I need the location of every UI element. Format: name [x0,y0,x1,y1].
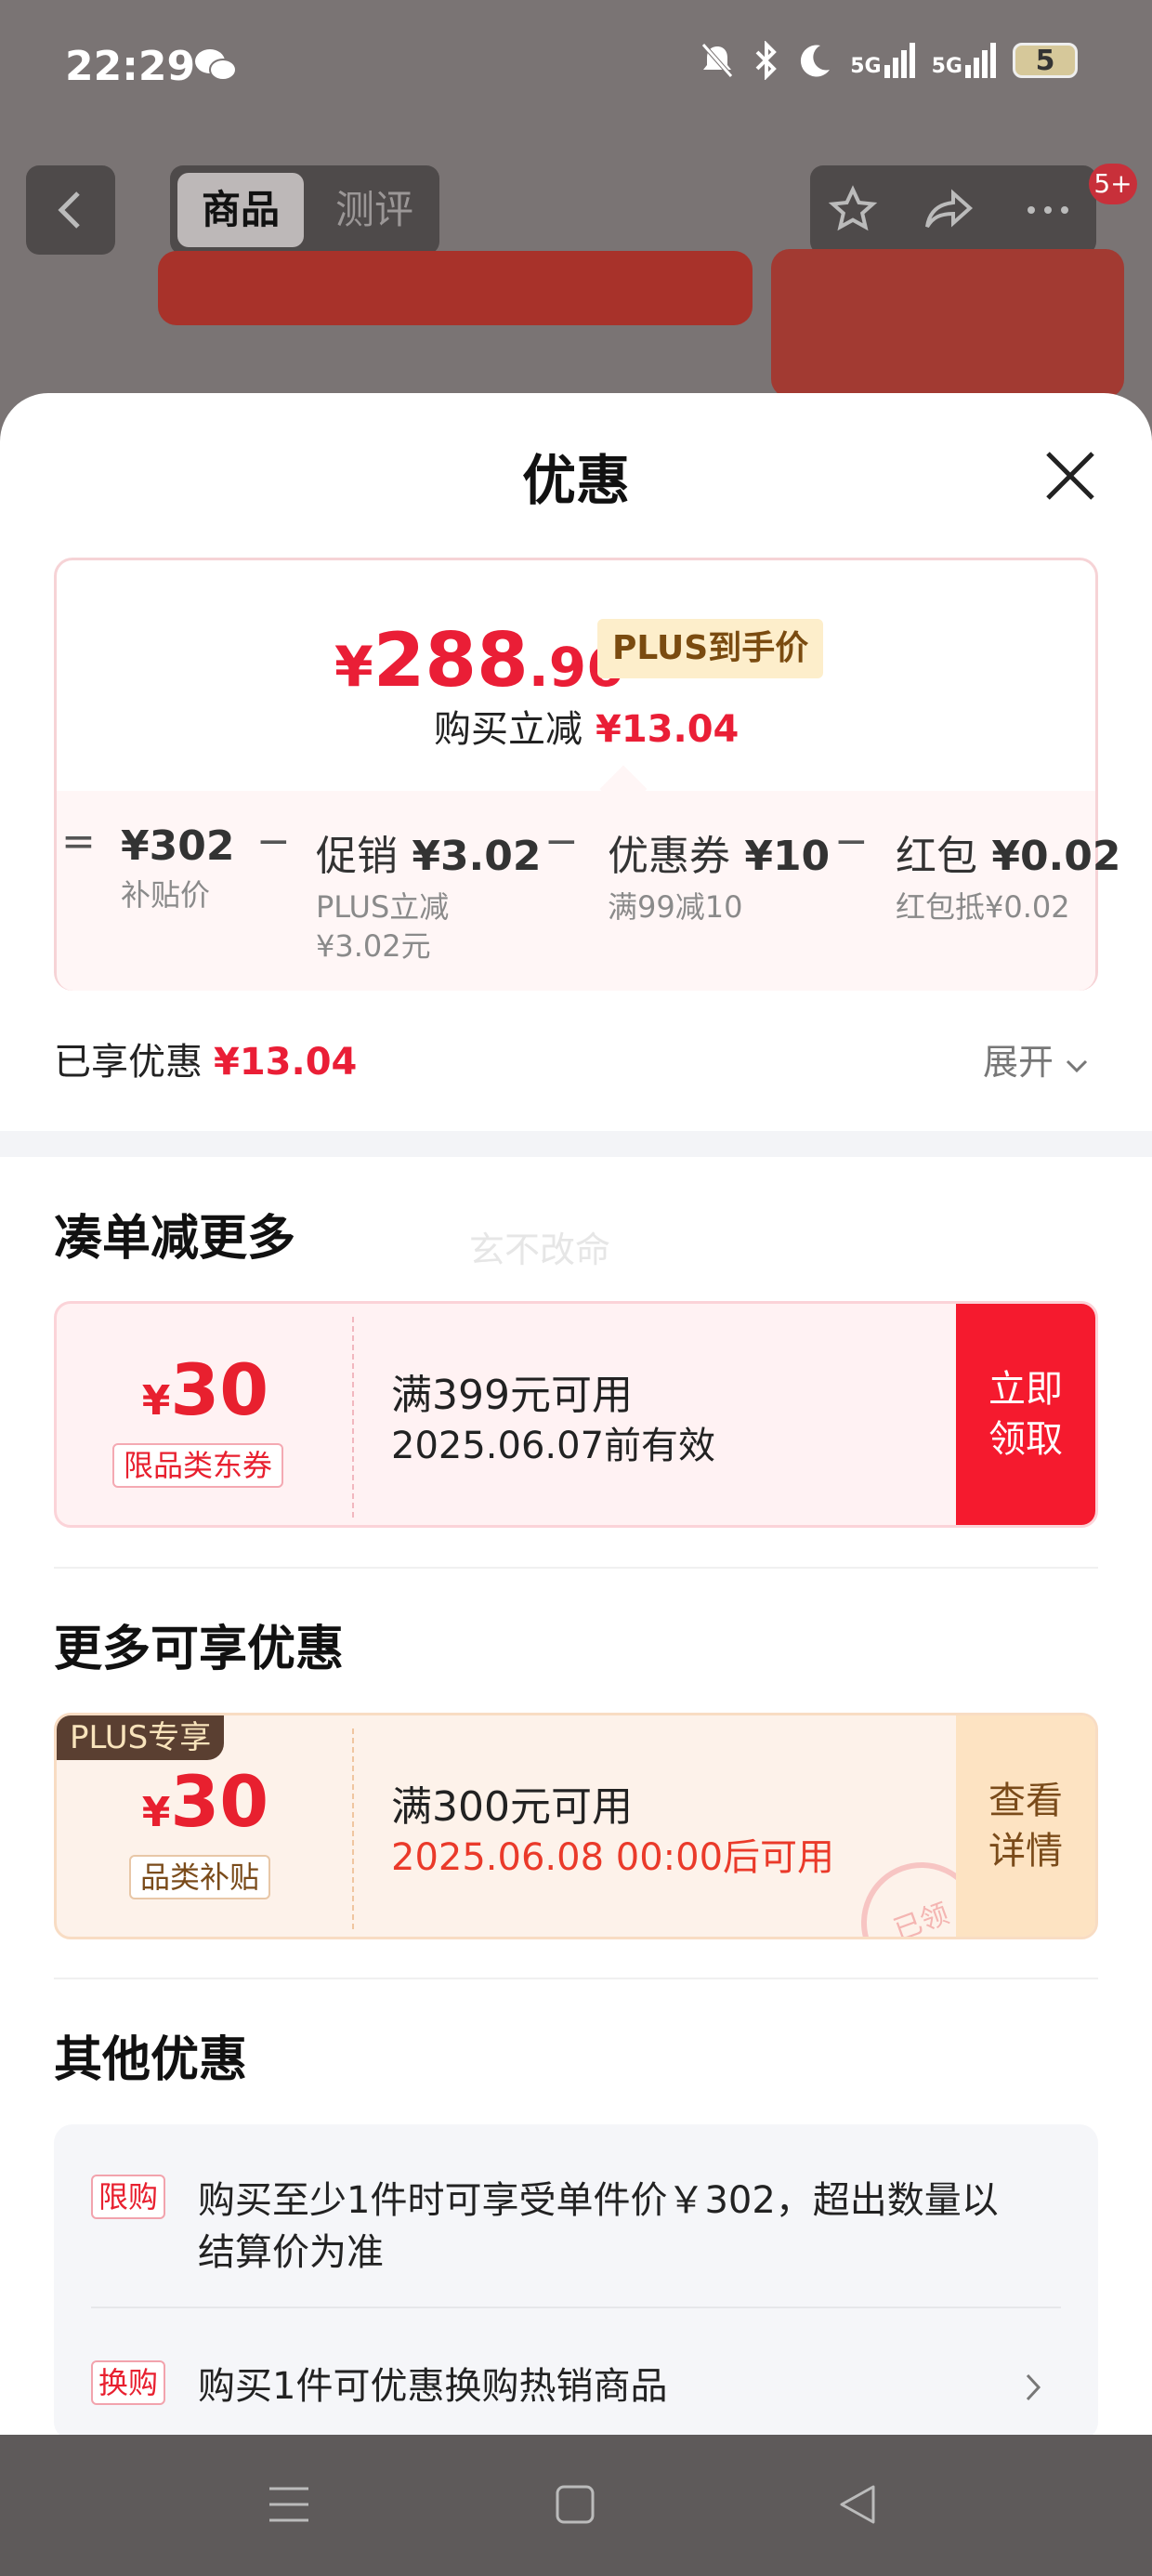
bluetooth-icon [755,41,778,80]
purchase-limit-tag: 限购 [91,2175,166,2219]
product-image-thumb [771,249,1124,398]
section-title-more: 更多可享优惠 [54,1622,345,1677]
coupon-card: ¥30 限品类东券 满399元可用 2025.06.07前有效 立即领取 [54,1301,1098,1528]
cart-badge: 5+ [1089,164,1137,204]
breakdown-red-packet: 红包 ¥0.02 红包抵¥0.02 [896,833,1121,925]
sheet-title: 优惠 [521,449,630,512]
signal-2-icon: 5G [932,43,996,78]
plus-coupon-card: PLUS专享 ¥30 品类补贴 满300元可用 2025.06.08 00:00… [54,1713,1098,1939]
list-item: 限购 购买至少1件时可享受单件价￥302，超出数量以结算价为准 [91,2175,1057,2286]
other-offers-list: 限购 购买至少1件时可享受单件价￥302，超出数量以结算价为准 换购 购买1件可… [54,2124,1098,2440]
chevron-left-icon [58,191,80,229]
plus-exclusive-ribbon: PLUS专享 [57,1715,225,1760]
top-actions [810,165,1096,255]
back-nav-icon[interactable] [836,2481,879,2528]
coupon-amount: ¥30 [141,1760,269,1843]
minus-sign: − [834,818,869,865]
section-title-combine: 凑单减更多 [54,1211,296,1267]
system-nav-bar [0,2435,1152,2576]
back-button[interactable] [26,165,115,255]
chevron-right-icon [1026,2373,1041,2401]
chevron-down-icon [1067,1059,1088,1073]
coupon-divider [352,1317,354,1518]
coupon-condition: 满399元可用 [391,1372,633,1419]
breakdown-promotion: 促销 ¥3.02 PLUS立减 ¥3.02元 [316,833,542,964]
minus-sign: − [544,818,579,865]
section-title-other: 其他优惠 [54,2032,248,2088]
close-icon[interactable] [1041,446,1100,506]
coupon-type-tag: 限品类东券 [112,1443,284,1488]
wechat-icon [195,49,237,81]
breakdown-subsidy-price: ¥302 补贴价 [121,822,235,913]
moon-icon [801,45,831,77]
claim-coupon-button[interactable]: 立即领取 [956,1304,1095,1525]
battery-icon: 5 [1013,43,1078,78]
plus-price-tag: PLUS到手价 [597,619,824,678]
breakdown-coupon: 优惠券 ¥10 满99减10 [608,833,831,925]
list-item-exchange[interactable]: 换购 购买1件可优惠换购热销商品 [91,2360,1061,2416]
signal-1-icon: 5G [850,43,915,78]
coupon-condition: 满300元可用 [391,1783,633,1831]
expand-button[interactable]: 展开 [983,1033,1089,1084]
view-details-button[interactable]: 查看详情 [956,1715,1095,1937]
status-right: 5G 5G 5 [698,41,1078,80]
status-time: 22:29 [65,43,196,90]
minus-sign: − [256,818,291,865]
purchase-discount: 购买立减 ¥13.04 [434,708,740,751]
coupon-validity: 2025.06.07前有效 [391,1425,716,1467]
menu-icon[interactable] [266,2483,312,2526]
tab-product[interactable]: 商品 [177,173,304,247]
watermark: 玄不改命 [469,1229,611,1270]
coupon-amount: ¥30 [141,1348,269,1431]
coupon-type-tag: 品类补贴 [129,1855,271,1899]
home-icon[interactable] [554,2483,596,2526]
coupon-validity: 2025.06.08 00:00后可用 [391,1836,835,1879]
coupon-divider [352,1728,354,1929]
divider [91,2307,1061,2308]
divider [54,1567,1098,1569]
enjoyed-discount: 已享优惠 ¥13.04 [54,1041,358,1084]
purchase-limit-text: 购买至少1件时可享受单件价￥302，超出数量以结算价为准 [198,2179,999,2274]
section-divider [0,1131,1152,1157]
tab-review[interactable]: 测评 [311,173,438,247]
mute-bell-icon [701,43,734,78]
share-icon[interactable] [922,182,977,238]
product-banner [158,251,753,325]
final-price: ¥288.96 [334,617,624,703]
star-icon[interactable] [825,182,881,238]
tab-switcher: 商品 测评 [170,165,439,255]
exchange-tag: 换购 [91,2360,166,2405]
status-bar: 22:29 5G 5G 5 [0,0,1152,139]
more-icon[interactable] [1020,182,1076,238]
divider [54,1978,1098,1979]
exchange-text: 购买1件可优惠换购热销商品 [198,2365,668,2408]
equals-sign: = [61,818,96,865]
